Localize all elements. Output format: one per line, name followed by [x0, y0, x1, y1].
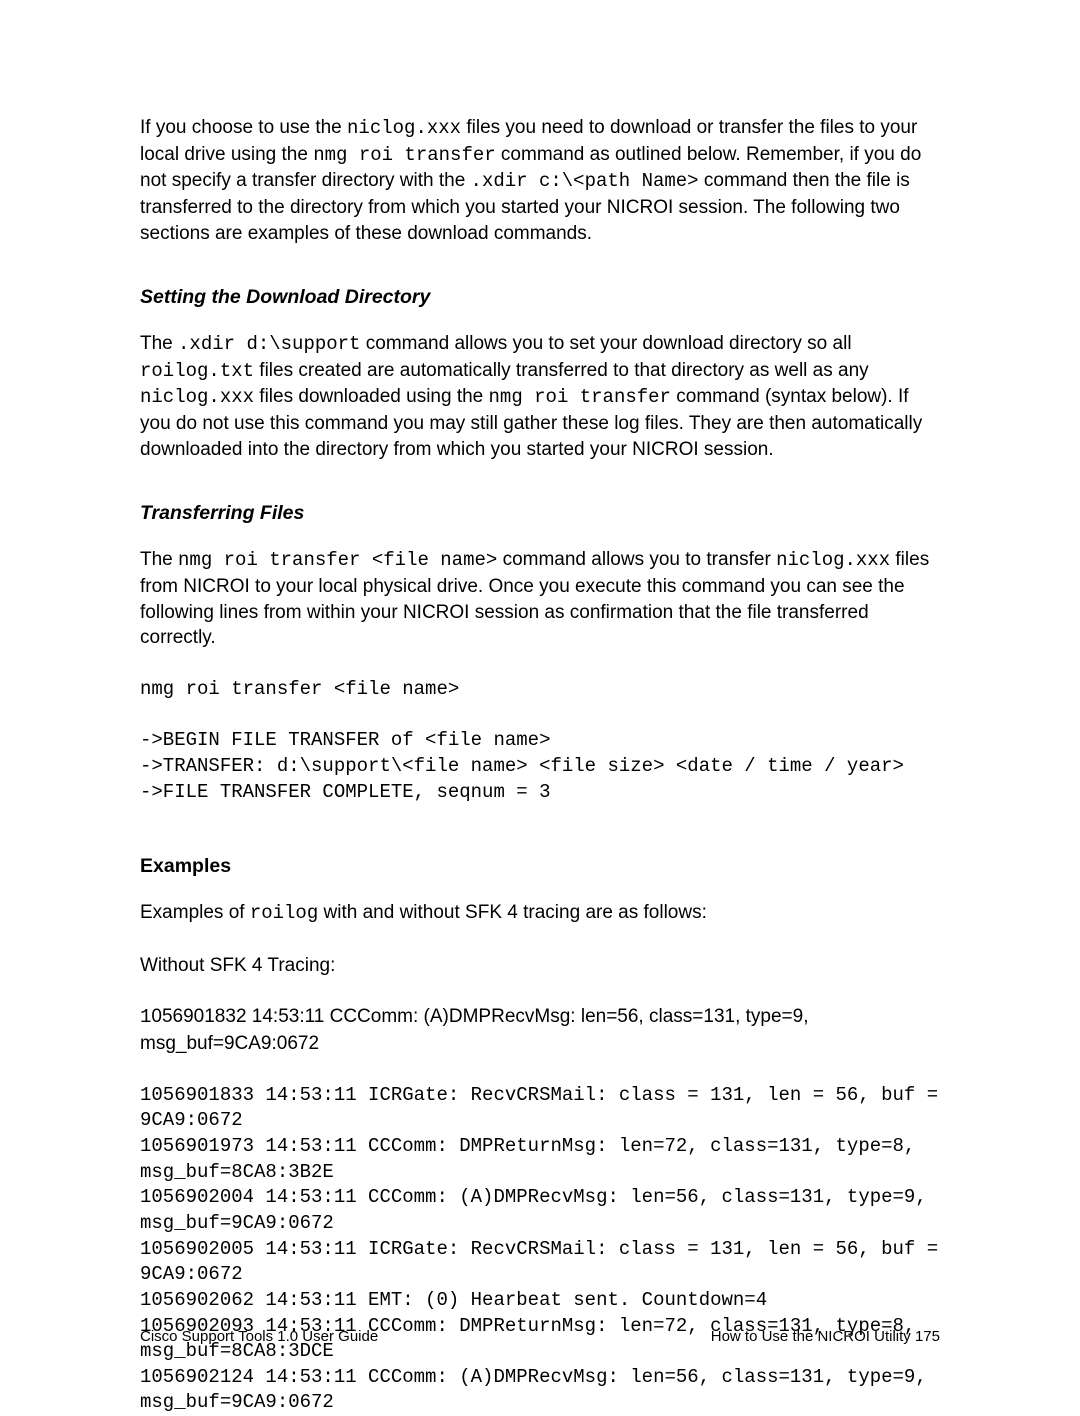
code-block-log: 1056901833 14:53:11 ICRGate: RecvCRSMail… — [140, 1083, 940, 1416]
example-first-line: 1056901832 14:53:11 CCComm: (A)DMPRecvMs… — [140, 1004, 940, 1056]
text: The — [140, 549, 178, 570]
footer-left: Cisco Support Tools 1.0 User Guide — [140, 1328, 378, 1345]
section1-paragraph: The .xdir d:\support command allows you … — [140, 331, 940, 462]
code-inline: roilog — [250, 902, 318, 924]
text: The — [140, 333, 178, 354]
text: 056901832 14:53:11 CCComm: (A)DMPRecvMsg… — [140, 1006, 808, 1054]
code-inline: niclog.xxx — [776, 549, 890, 571]
text: files downloaded using the — [254, 386, 489, 407]
intro-paragraph: If you choose to use the niclog.xxx file… — [140, 115, 940, 246]
code-inline: nmg roi transfer <file name> — [178, 549, 497, 571]
text: with and without SFK 4 tracing are as fo… — [318, 902, 707, 923]
code-inline: nmg roi transfer — [489, 386, 671, 408]
text: command allows you to transfer — [497, 549, 776, 570]
heading-examples: Examples — [140, 855, 940, 878]
heading-transferring-files: Transferring Files — [140, 502, 940, 525]
text: command allows you to set your download … — [360, 333, 851, 354]
text: If you choose to use the — [140, 117, 347, 138]
code-inline: roilog.txt — [140, 360, 254, 382]
page-footer: Cisco Support Tools 1.0 User Guide How t… — [140, 1328, 940, 1345]
code-inline: nmg roi transfer — [313, 144, 495, 166]
examples-intro: Examples of roilog with and without SFK … — [140, 900, 940, 927]
code-inline: .xdir d:\support — [178, 333, 360, 355]
code-block-transfer: nmg roi transfer <file name> ->BEGIN FIL… — [140, 677, 940, 805]
footer-right: How to Use the NICROI Utility 175 — [711, 1328, 940, 1345]
section2-paragraph: The nmg roi transfer <file name> command… — [140, 547, 940, 651]
text: files created are automatically transfer… — [254, 360, 869, 381]
code-inline: niclog.xxx — [140, 386, 254, 408]
page-content: If you choose to use the niclog.xxx file… — [140, 115, 940, 1416]
code-inline: 1 — [140, 1006, 151, 1028]
code-inline: niclog.xxx — [347, 117, 461, 139]
code-inline: .xdir c:\<path Name> — [471, 170, 699, 192]
heading-setting-download-directory: Setting the Download Directory — [140, 286, 940, 309]
without-sfk4-label: Without SFK 4 Tracing: — [140, 953, 940, 979]
text: Examples of — [140, 902, 250, 923]
